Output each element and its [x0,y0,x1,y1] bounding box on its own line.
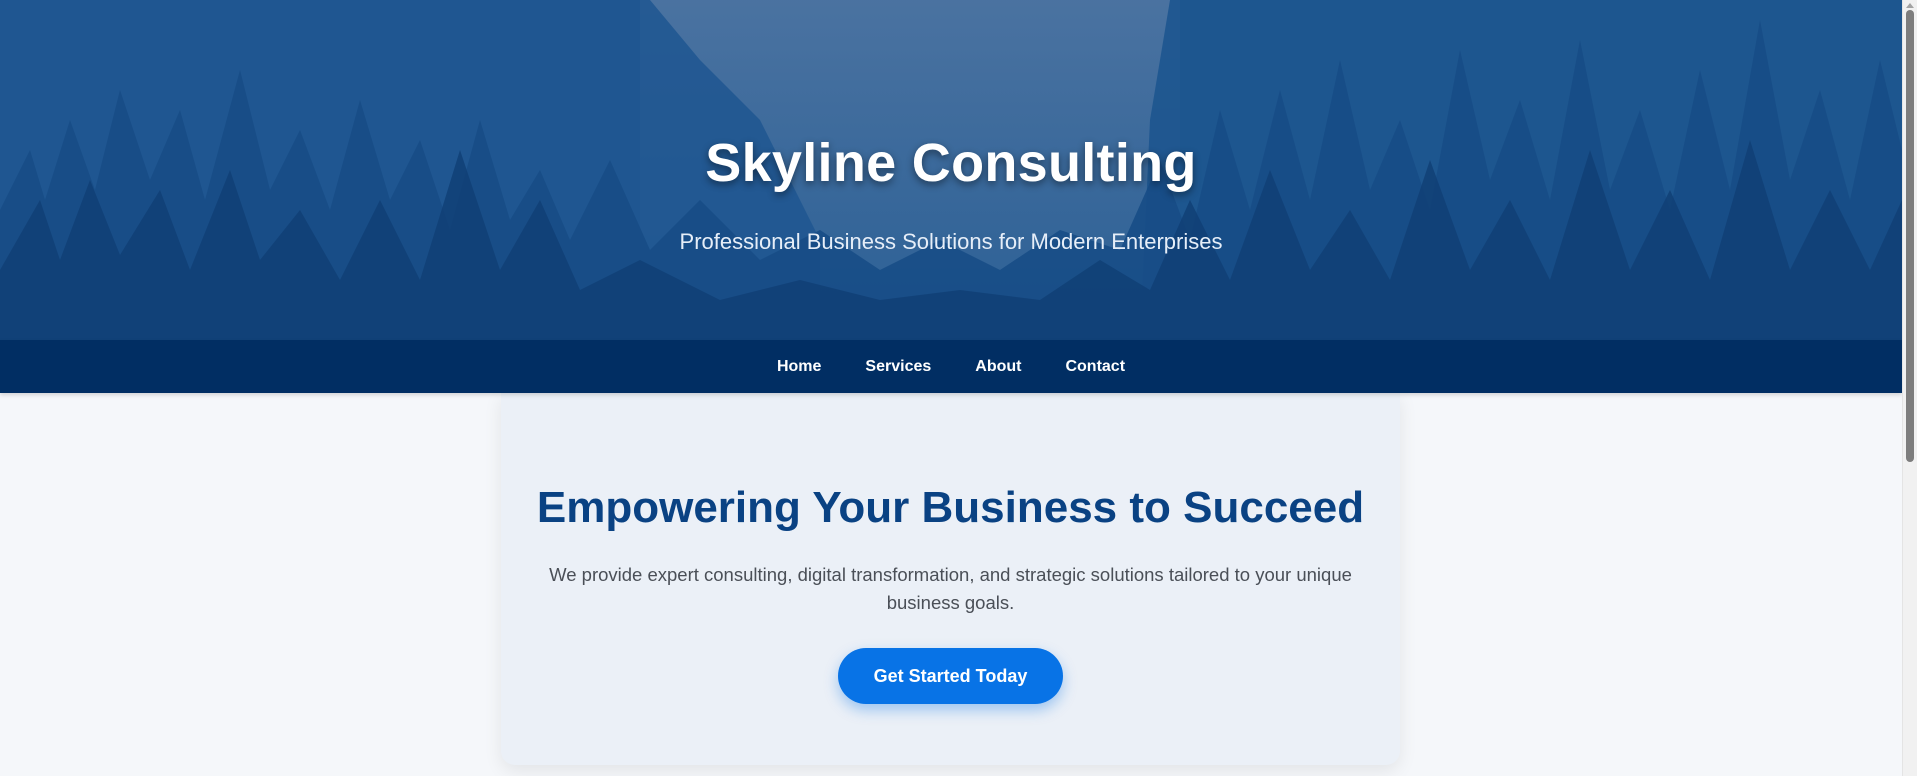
intro-heading: Empowering Your Business to Succeed [536,483,1365,532]
main-navigation: Home Services About Contact [0,340,1902,393]
hero-subtitle: Professional Business Solutions for Mode… [679,229,1223,254]
hero-section: Skyline Consulting Professional Business… [0,0,1902,340]
page: Skyline Consulting Professional Business… [0,0,1902,776]
nav-link-contact[interactable]: Contact [1043,350,1147,384]
browser-viewport: Skyline Consulting Professional Business… [0,0,1917,776]
get-started-button[interactable]: Get Started Today [838,648,1063,704]
hero-title: Skyline Consulting [705,133,1197,193]
nav-link-home[interactable]: Home [755,350,843,384]
nav-link-services[interactable]: Services [843,350,953,384]
hero-content: Skyline Consulting Professional Business… [0,0,1902,340]
vertical-scrollbar[interactable] [1902,0,1917,776]
scroll-up-arrow-icon[interactable] [1906,3,1914,8]
intro-card: Empowering Your Business to Succeed We p… [501,393,1400,765]
scrollbar-thumb[interactable] [1906,10,1914,462]
nav-link-about[interactable]: About [953,350,1043,384]
intro-description: We provide expert consulting, digital tr… [549,564,1352,613]
